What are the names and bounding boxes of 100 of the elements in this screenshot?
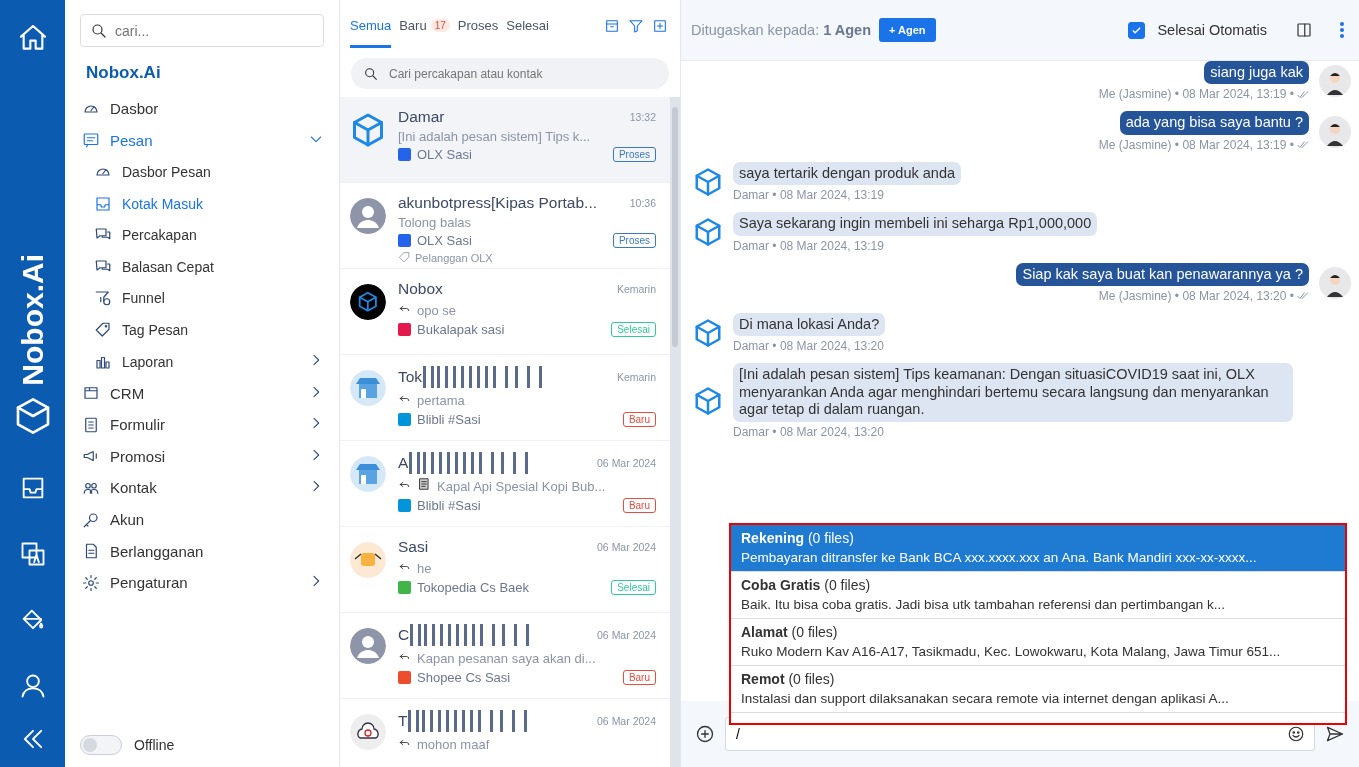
conversation-time: 10:36	[629, 197, 656, 209]
message-preview: Tolong balas	[398, 215, 472, 230]
message-preview: Kapan pesanan saya akan di...	[417, 650, 597, 666]
nav-item[interactable]: Dasbor	[80, 93, 324, 125]
channel-name: Blibli #Sasi	[417, 498, 482, 513]
nav-item[interactable]: Balasan Cepat	[80, 250, 324, 283]
conversation-item[interactable]: Nobox Kemarin opo se Bukalapak sasi Selesai	[340, 269, 670, 354]
message-bubble: Di mana lokasi Anda?	[733, 312, 886, 337]
quick-reply-item[interactable]: Coba Gratis (0 files) Baik. Itu bisa coba gratis. Jadi bisa utk tambahan referensi dan pertimbangan k...	[731, 572, 1345, 619]
conversation-item[interactable]: T 06 Mar 2024 mohon maaf	[340, 699, 670, 767]
avatar-icon	[350, 628, 386, 664]
agent-avatar-icon	[1319, 266, 1351, 299]
quick-reply-item[interactable]: Remot (0 files) Instalasi dan support dilaksanakan secara remote via internet dengan aplikasi A...	[731, 666, 1345, 713]
conversation-search-field[interactable]: Cari percakapan atau kontak	[351, 58, 669, 89]
channel-name: Blibli #Sasi	[417, 412, 482, 427]
filter-tab[interactable]: Baru 17	[399, 18, 450, 48]
nav-icon	[82, 573, 100, 592]
channel-name: OLX Sasi	[417, 147, 473, 162]
nav-item[interactable]: Funnel	[80, 282, 324, 315]
nav-item[interactable]: Promosi	[80, 440, 324, 473]
status-tag: Baru	[622, 670, 656, 685]
conversation-item[interactable]: C 06 Mar 2024 Kapan pesanan saya akan di... Shopee Cs Sasi Baru	[340, 613, 670, 698]
cube-avatar-icon	[350, 284, 386, 320]
search-icon	[90, 21, 108, 40]
conversation-time: 06 Mar 2024	[597, 541, 656, 553]
nav-item[interactable]: Kontak	[80, 472, 324, 504]
scrollbar-thumb[interactable]	[672, 107, 678, 347]
nav-icon	[82, 510, 100, 529]
nav-item[interactable]: Percakapan	[80, 219, 324, 251]
store-avatar-icon	[350, 456, 386, 492]
status-tag: Selesai	[611, 322, 656, 337]
conversation-item[interactable]: Tok Kemarin pertama Blibli #Sasi Baru	[340, 355, 670, 440]
channel-name: Shopee Cs Sasi	[417, 670, 512, 685]
nav-item[interactable]: Kotak Masuk	[80, 187, 324, 220]
cube-avatar-icon	[693, 385, 723, 416]
filter-tab[interactable]: Proses	[457, 18, 499, 48]
conversation-time: Kemarin	[616, 283, 656, 295]
message-meta: Me (Jasmine) • 08 Mar 2024, 13:19 •	[1098, 87, 1294, 102]
status-tag: Proses	[612, 147, 656, 162]
nav-icon	[94, 289, 112, 308]
conversation-time: 06 Mar 2024	[597, 715, 656, 727]
nav-item[interactable]: Berlangganan	[80, 535, 324, 567]
nav-item[interactable]: Dasbor Pesan	[80, 156, 324, 188]
nav-item[interactable]: Pengaturan	[80, 566, 324, 599]
emoji-icon	[1287, 725, 1305, 743]
channel-name: OLX Sasi	[417, 233, 473, 248]
message-meta: Damar • 08 Mar 2024, 13:20	[733, 424, 884, 439]
contact-name: C	[398, 626, 410, 644]
nav-item[interactable]: Formulir	[80, 408, 324, 441]
nav-item[interactable]: Tag Pesan	[80, 314, 324, 346]
add-agent-button[interactable]: + Agen	[879, 18, 936, 42]
nav-item[interactable]: Pesan	[80, 124, 324, 157]
agent-avatar-icon	[1319, 115, 1351, 148]
archive-icon	[604, 18, 620, 34]
cube-avatar-icon	[693, 217, 723, 248]
quick-reply-item[interactable]: Rekening (0 files) Pembayaran ditransfer ke Bank BCA xxx.xxxx.xxx an Ana. Bank Mandiri xxx-xx-xxxx...	[731, 525, 1345, 572]
message-meta: Damar • 08 Mar 2024, 13:20	[733, 339, 884, 354]
panel-icon	[1295, 21, 1313, 39]
contact-name: akunbotpress[Kipas Portab...	[398, 194, 598, 212]
channel-name: Bukalapak sasi	[417, 322, 506, 337]
message-preview: Kapal Api Spesial Kopi Bub...	[437, 478, 607, 494]
message-bubble: siang juga kak	[1204, 61, 1309, 85]
contact-name: Damar	[398, 108, 445, 126]
status-tag: Baru	[622, 498, 656, 513]
quick-reply-item[interactable]: Alamat (0 files) Ruko Modern Kav A16-A17, Tasikmadu, Kec. Lowokwaru, Kota Malang, Jawa Timur 651...	[731, 619, 1345, 666]
conversation-time: 06 Mar 2024	[597, 629, 656, 641]
rail-logo-text: Nobox.Ai	[17, 254, 48, 386]
nav-item[interactable]: CRM	[80, 377, 324, 409]
search-icon	[363, 65, 379, 82]
cloud-avatar-icon	[350, 714, 386, 750]
status-toggle[interactable]	[80, 735, 122, 755]
conversation-item[interactable]: Damar 13:32 [Ini adalah pesan sistem] Tips k... OLX Sasi Proses	[340, 97, 670, 182]
status-tag: Selesai	[611, 580, 656, 595]
more-icon[interactable]	[1339, 21, 1345, 39]
channel-name: Tokopedia Cs Baek	[417, 580, 530, 595]
filter-tab[interactable]: Semua	[350, 18, 392, 48]
nav-item[interactable]: Akun	[80, 503, 324, 536]
conversation-item[interactable]: A 06 Mar 2024 Kapal Api Spesial Kopi Bub... Blibli #Sasi Baru	[340, 441, 670, 526]
assigned-text: Ditugaskan kepada: 1 Agen	[691, 22, 871, 38]
conversation-item[interactable]: akunbotpress[Kipas Portab... 10:36 Tolong balas OLX Sasi Proses Pelanggan OLX	[340, 183, 670, 268]
avatar-icon	[350, 198, 386, 234]
cube-avatar-icon	[350, 112, 386, 148]
conversation-time: 06 Mar 2024	[597, 457, 656, 469]
food-avatar-icon	[350, 542, 386, 578]
store-avatar-icon	[350, 370, 386, 406]
cube-avatar-icon	[693, 166, 723, 197]
message-bubble: [Ini adalah pesan sistem] Tips keamanan: Dengan situasiCOVID19 saat ini, OLX menyarankan Anda agar menghindari bertemu secara langsung dan menyarankan agar tetap di dalam ruangan.	[733, 363, 1293, 422]
conversation-time: 13:32	[629, 111, 656, 123]
nav-item[interactable]: Laporan	[80, 345, 324, 378]
count-badge: 17	[430, 19, 450, 32]
contact-name: T	[398, 712, 408, 730]
conversation-item[interactable]: Sasi 06 Mar 2024 he Tokopedia Cs Baek Selesai	[340, 527, 670, 612]
contact-name: A	[398, 454, 409, 472]
message-meta: Me (Jasmine) • 08 Mar 2024, 13:19 •	[1098, 137, 1294, 152]
conversation-time: Kemarin	[616, 371, 656, 383]
status-tag: Proses	[612, 233, 656, 248]
message-bubble: Siap kak saya buat kan penawarannya ya ?	[1016, 262, 1309, 286]
search-field[interactable]: cari...	[80, 14, 324, 47]
auto-finish-checkbox[interactable]	[1128, 21, 1146, 39]
filter-tab[interactable]: Selesai	[506, 18, 549, 48]
